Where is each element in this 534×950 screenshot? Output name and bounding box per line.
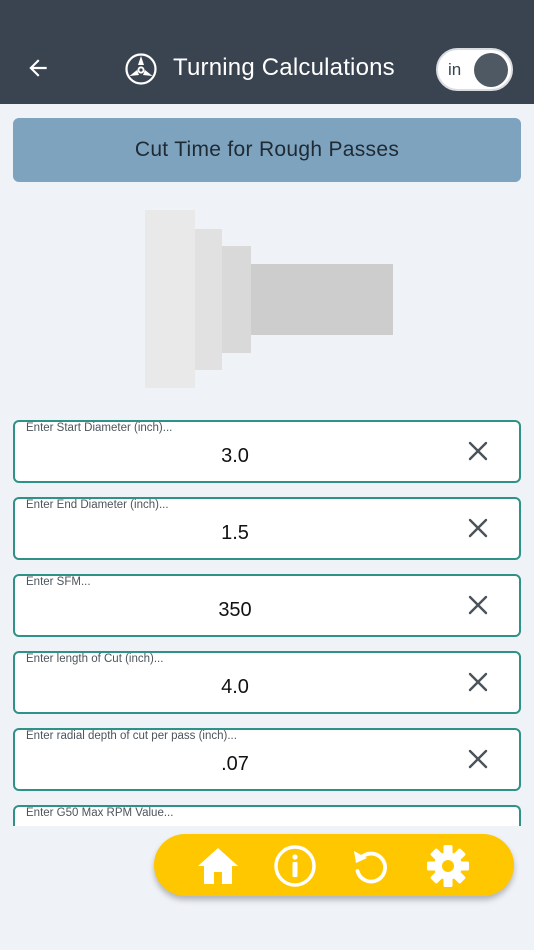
radial-depth-field: Enter radial depth of cut per pass (inch…: [13, 728, 521, 791]
start-diameter-input[interactable]: [55, 440, 415, 472]
close-icon: [468, 518, 488, 538]
home-icon: [198, 848, 238, 884]
shaft-step-1: [145, 210, 195, 388]
bottom-nav-bar: [154, 834, 514, 896]
clear-start-diameter-button[interactable]: [464, 437, 492, 465]
refresh-icon: [354, 851, 387, 884]
unit-toggle[interactable]: in: [436, 48, 513, 91]
page-title: Turning Calculations: [173, 54, 395, 81]
length-of-cut-field: Enter length of Cut (inch)...: [13, 651, 521, 714]
length-of-cut-label: Enter length of Cut (inch)...: [26, 653, 164, 665]
clear-end-diameter-button[interactable]: [464, 514, 492, 542]
end-diameter-label: Enter End Diameter (inch)...: [26, 499, 169, 511]
close-icon: [468, 595, 488, 615]
g50-max-rpm-field[interactable]: Enter G50 Max RPM Value...: [13, 805, 521, 826]
info-icon: [274, 845, 316, 887]
section-title: Cut Time for Rough Passes: [13, 118, 521, 182]
top-app-bar: Turning Calculations in: [0, 0, 534, 104]
unit-toggle-label: in: [448, 60, 462, 79]
shaft-step-3: [222, 246, 251, 353]
stepped-shaft-diagram: [145, 210, 393, 388]
close-icon: [468, 672, 488, 692]
reset-button[interactable]: [348, 843, 394, 889]
close-icon: [468, 441, 488, 461]
clear-sfm-button[interactable]: [464, 591, 492, 619]
settings-button[interactable]: [425, 843, 471, 889]
toggle-knob: [474, 53, 508, 87]
sfm-field: Enter SFM...: [13, 574, 521, 637]
radial-depth-label: Enter radial depth of cut per pass (inch…: [26, 730, 237, 742]
gear-icon: [427, 845, 469, 887]
length-of-cut-input[interactable]: [55, 671, 415, 703]
home-button[interactable]: [195, 843, 241, 889]
clear-radial-depth-button[interactable]: [464, 745, 492, 773]
start-diameter-field: Enter Start Diameter (inch)...: [13, 420, 521, 483]
sfm-input[interactable]: [55, 594, 415, 626]
end-diameter-input[interactable]: [55, 517, 415, 549]
lathe-chuck-logo: [125, 53, 157, 85]
g50-max-rpm-label: Enter G50 Max RPM Value...: [26, 807, 174, 819]
radial-depth-input[interactable]: [55, 748, 415, 780]
shaft-step-4: [251, 264, 393, 335]
end-diameter-field: Enter End Diameter (inch)...: [13, 497, 521, 560]
back-arrow-icon: [29, 59, 47, 77]
info-button[interactable]: [272, 843, 318, 889]
start-diameter-label: Enter Start Diameter (inch)...: [26, 422, 173, 434]
back-button[interactable]: [20, 50, 56, 86]
sfm-label: Enter SFM...: [26, 576, 91, 588]
close-icon: [468, 749, 488, 769]
shaft-step-2: [195, 229, 222, 370]
clear-length-of-cut-button[interactable]: [464, 668, 492, 696]
